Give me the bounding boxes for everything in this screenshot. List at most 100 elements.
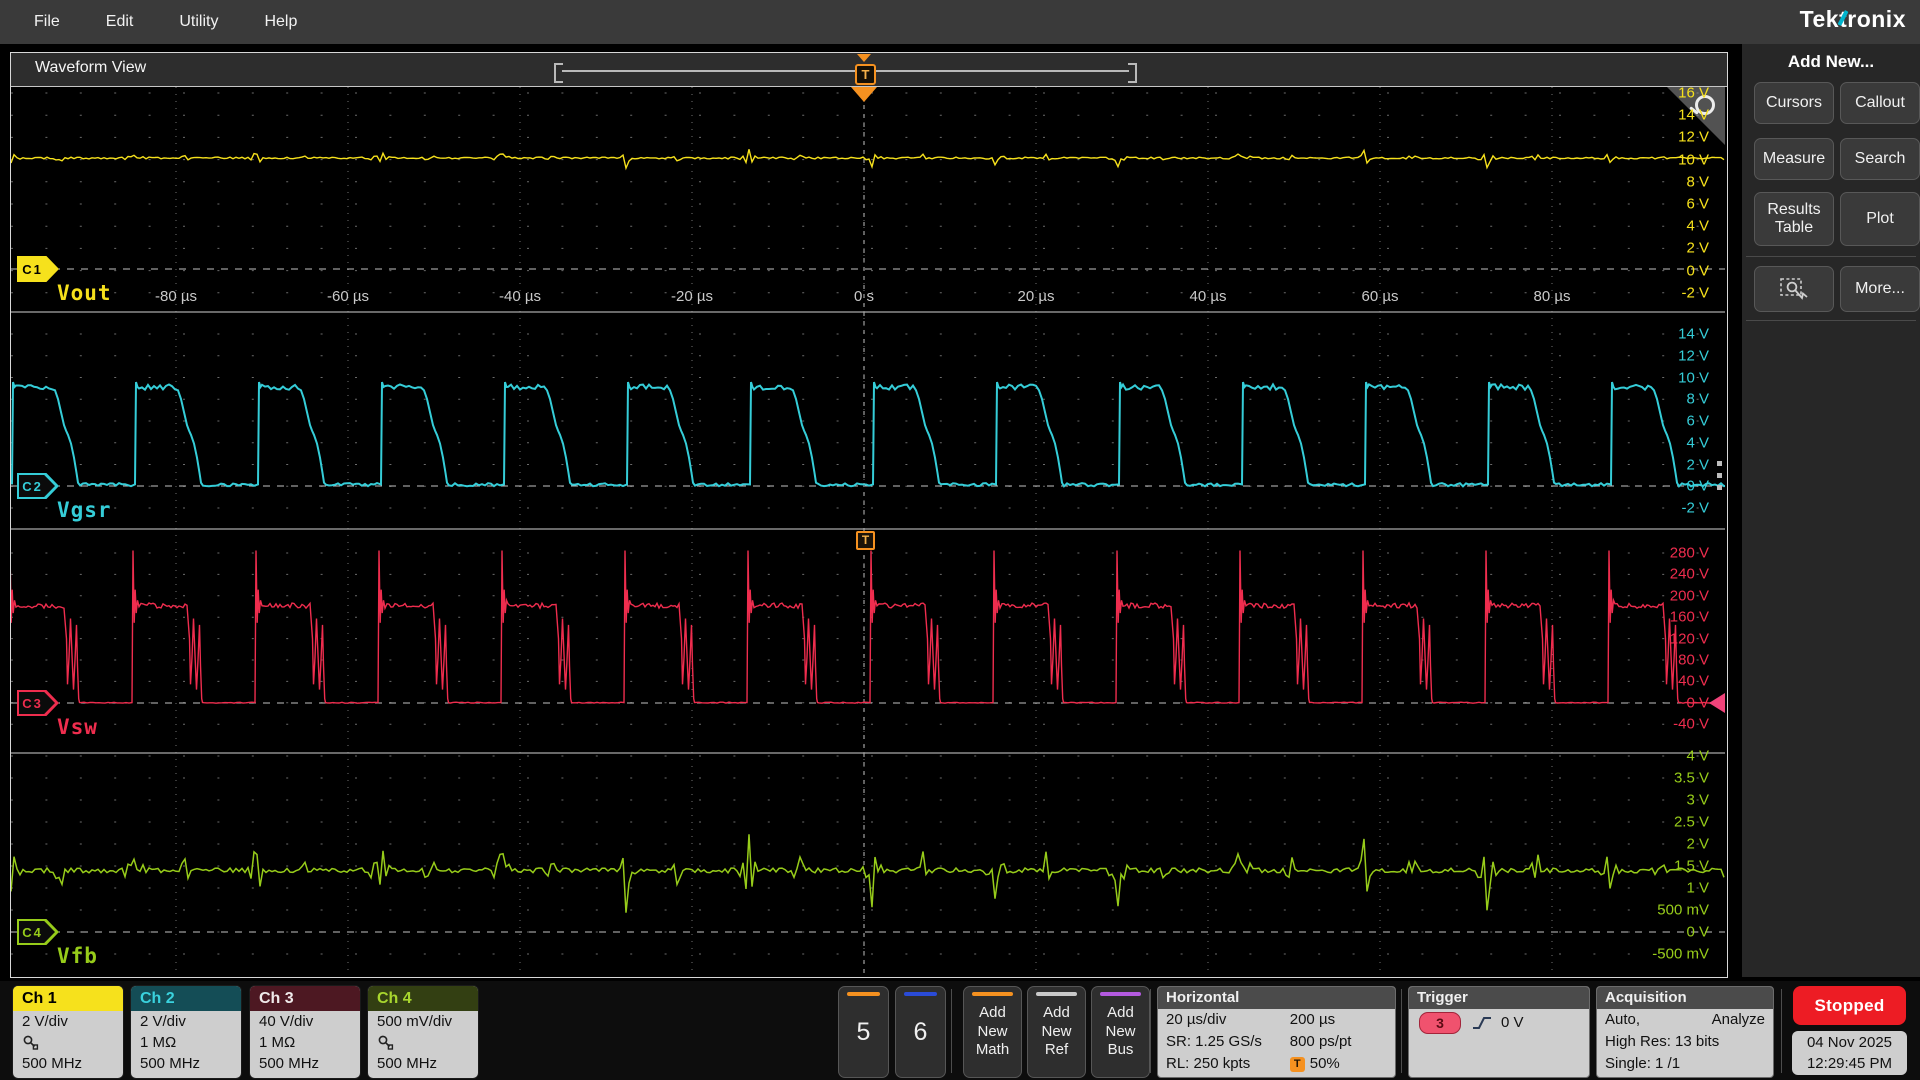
time-axis-label: -60 µs [327,288,369,305]
channel-coupling-value [368,1032,478,1053]
axis-label-c4: 2 V [1686,836,1709,853]
add-new-cursors-button[interactable]: Cursors [1754,82,1834,124]
channel-scale-value: 40 V/div [250,1011,360,1032]
channel-badge-c3[interactable]: C3 [17,690,59,716]
trigger-level-arrow-icon[interactable] [1709,693,1725,713]
axis-label-c1: 16 V [1678,87,1709,102]
waveform-view-titlebar: Waveform View T [11,53,1727,87]
trigger-marker-icon[interactable]: T [855,64,876,85]
channel-settings-ch1[interactable]: Ch 12 V/div500 MHz [12,985,124,1079]
add-new-results-table-button[interactable]: Results Table [1754,192,1834,246]
add-new-more-button[interactable]: More... [1840,266,1920,312]
add-new-measure-button[interactable]: Measure [1754,138,1834,180]
channel-bandwidth-value: 500 MHz [131,1053,241,1074]
axis-label-c2: 14 V [1678,326,1709,343]
menu-utility[interactable]: Utility [167,13,230,31]
menu-file[interactable]: File [22,13,72,31]
zoom-select-button[interactable] [1754,266,1834,312]
axis-label-c3: 40 V [1678,673,1709,690]
record-view-left-bracket [554,63,563,83]
time-axis-label: 0 s [854,288,874,305]
channel-scale-value: 2 V/div [13,1011,123,1032]
sample-rate: SR: 1.25 GS/s [1166,1031,1290,1053]
channel-bandwidth-value: 500 MHz [250,1053,360,1074]
channel-badge-c1[interactable]: C1 [17,256,59,282]
add-new-bus-button[interactable]: AddNewBus [1091,986,1150,1078]
channel-settings-header: Ch 4 [368,986,478,1011]
axis-label-c2: 12 V [1678,347,1709,364]
acquisition-row: Auto,Analyze [1597,1009,1773,1031]
channel-6-button[interactable]: 6 [895,986,946,1078]
horizontal-panel[interactable]: Horizontal20 µs/div200 µsSR: 1.25 GS/s80… [1157,986,1396,1078]
trigger-row: 30 V [1409,1009,1589,1034]
channel-5-button[interactable]: 5 [838,986,889,1078]
waveform-view-title: Waveform View [35,59,146,77]
panel-divider [1746,256,1916,257]
panel-divider [1746,320,1916,321]
add-new-plot-button[interactable]: Plot [1840,192,1920,246]
settings-bar: Ch 12 V/div500 MHzCh 22 V/div1 MΩ500 MHz… [0,981,1920,1080]
axis-label-c4: 1 V [1686,880,1709,897]
trigger-point-icon[interactable]: T [856,531,875,550]
axis-label-c3: -40 V [1673,716,1709,733]
axis-label-c1: 14 V [1678,107,1709,124]
trigger-position-triangle-icon[interactable] [851,87,877,102]
trigger-panel[interactable]: Trigger30 V [1408,986,1590,1078]
trigger-source-badge: 3 [1419,1012,1461,1034]
time-axis-label: 80 µs [1534,288,1571,305]
axis-label-c4: 3.5 V [1674,770,1709,787]
bottom-separator [1150,989,1151,1073]
channel-scale-value: 2 V/div [131,1011,241,1032]
channel-settings-ch4[interactable]: Ch 4500 mV/div500 MHz [367,985,479,1079]
channel-badge-c2[interactable]: C2 [17,473,59,499]
axis-label-c1: 4 V [1686,218,1709,235]
trigger-title: Trigger [1409,987,1589,1009]
probe-icon [377,1034,394,1050]
time-axis-label: -20 µs [671,288,713,305]
channel-settings-ch3[interactable]: Ch 340 V/div1 MΩ500 MHz [249,985,361,1079]
date-time-display[interactable]: 04 Nov 2025 12:29:45 PM [1792,1031,1907,1075]
horizontal-row: SR: 1.25 GS/s800 ps/pt [1158,1031,1395,1053]
acquisition-panel[interactable]: AcquisitionAuto,AnalyzeHigh Res: 13 bits… [1596,986,1774,1078]
acquisition-mode: Auto, [1605,1009,1640,1031]
channel-badge-label: C4 [17,919,48,945]
add-new-ref-button[interactable]: AddNewRef [1027,986,1086,1078]
horizontal-title: Horizontal [1158,987,1395,1009]
graticule[interactable]: T 16 V14 V12 V10 V8 V6 V4 V2 V0 V-2 VC1V… [11,87,1725,976]
menu-help[interactable]: Help [252,13,309,31]
time-axis-label: -40 µs [499,288,541,305]
axis-label-c4: -500 mV [1652,946,1709,963]
time-label: 12:29:45 PM [1792,1053,1907,1074]
channel-badge-c4[interactable]: C4 [17,919,59,945]
add-new-panel: Add New... CursorsCalloutMeasureSearchRe… [1742,44,1920,977]
channel-name-vfb: Vfb [57,944,98,968]
axis-label-c4: 1.5 V [1674,858,1709,875]
horizontal-row: 20 µs/div200 µs [1158,1009,1395,1031]
axis-label-c2: 6 V [1686,413,1709,430]
axis-label-c2: -2 V [1681,500,1709,517]
bottom-separator [1401,989,1402,1073]
horizontal-scale: 20 µs/div [1166,1009,1290,1031]
channel-bandwidth-value: 500 MHz [368,1053,478,1074]
channel-settings-header: Ch 3 [250,986,360,1011]
axis-label-c2: 0 V [1686,478,1709,495]
channel-settings-ch2[interactable]: Ch 22 V/div1 MΩ500 MHz [130,985,242,1079]
add-new-search-button[interactable]: Search [1840,138,1920,180]
menu-edit[interactable]: Edit [94,13,146,31]
axis-label-c1: 2 V [1686,240,1709,257]
add-new-callout-button[interactable]: Callout [1840,82,1920,124]
panel-drag-handle[interactable] [1717,461,1722,497]
axis-label-c1: 10 V [1678,151,1709,168]
axis-label-c1: -2 V [1681,284,1709,301]
run-state-badge[interactable]: Stopped [1793,986,1906,1025]
add-new-math-button[interactable]: AddNewMath [963,986,1022,1078]
record-view-right-bracket [1128,63,1137,83]
acquisition-row: Single: 1 /1 [1597,1053,1773,1075]
trigger-position-caret-icon[interactable] [857,54,871,62]
channel-name-vsw: Vsw [57,715,98,739]
axis-label-c1: 0 V [1686,262,1709,279]
channel-badge-label: C1 [17,256,48,282]
record-view-bar[interactable] [562,67,1129,75]
axis-label-c4: 4 V [1686,748,1709,765]
axis-label-c4: 500 mV [1657,902,1709,919]
